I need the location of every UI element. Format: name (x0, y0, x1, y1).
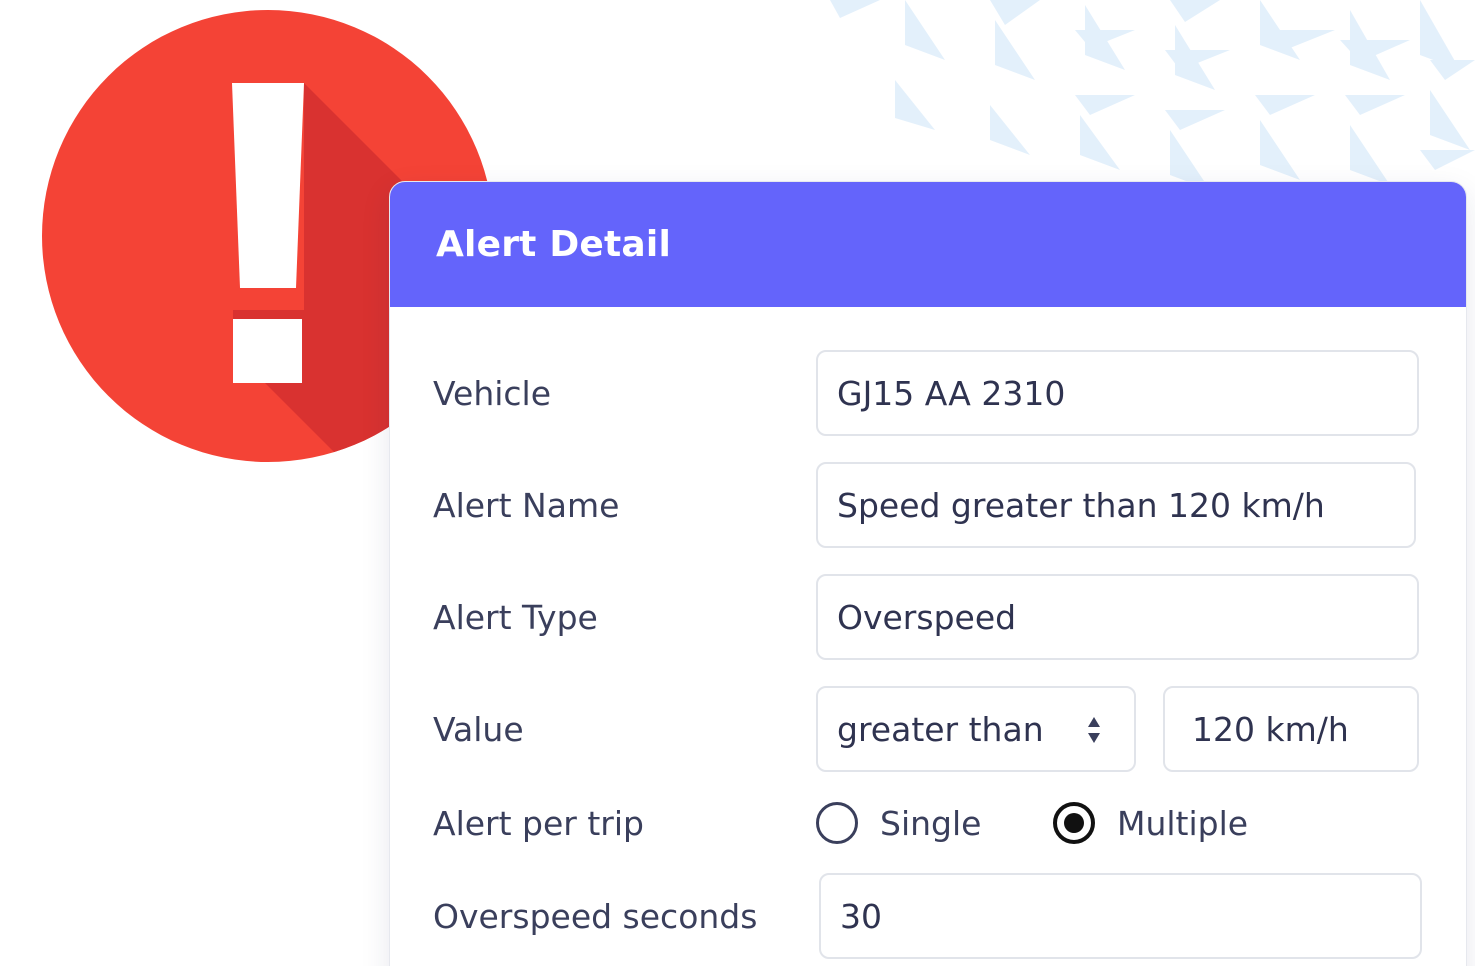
vehicle-value: GJ15 AA 2310 (837, 373, 1066, 413)
overspeed-seconds-row: Overspeed seconds 30 (390, 873, 1466, 959)
radio-option-single[interactable]: Single (816, 780, 981, 866)
value-operator-text: greater than (837, 709, 1044, 749)
radio-multiple[interactable] (1053, 802, 1095, 844)
alert-type-label: Alert Type (433, 597, 598, 637)
alert-type-row: Alert Type Overspeed (390, 574, 1466, 660)
overspeed-seconds-label: Overspeed seconds (433, 896, 758, 936)
alert-per-trip-label: Alert per trip (433, 803, 644, 843)
alert-detail-screen: Alert Detail Vehicle GJ15 AA 2310 Alert … (0, 0, 1475, 966)
dialog-title: Alert Detail (436, 224, 671, 265)
vehicle-row: Vehicle GJ15 AA 2310 (390, 350, 1466, 436)
alert-type-field[interactable]: Overspeed (816, 574, 1419, 660)
value-operator-select[interactable]: greater than (816, 686, 1136, 772)
alert-type-value: Overspeed (837, 597, 1017, 637)
alert-per-trip-row: Alert per trip Single Multiple (390, 780, 1466, 866)
alert-name-field[interactable]: Speed greater than 120 km/h (816, 462, 1416, 548)
vehicle-field[interactable]: GJ15 AA 2310 (816, 350, 1419, 436)
triangle-pattern-decoration (830, 0, 1475, 190)
alert-name-value: Speed greater than 120 km/h (837, 485, 1325, 525)
card-header: Alert Detail (390, 182, 1466, 307)
vehicle-label: Vehicle (433, 373, 552, 413)
overspeed-seconds-value: 30 (840, 896, 882, 936)
value-amount-text: 120 km/h (1192, 709, 1349, 749)
radio-multiple-label: Multiple (1117, 803, 1249, 843)
alert-name-label: Alert Name (433, 485, 620, 525)
overspeed-seconds-field[interactable]: 30 (819, 873, 1422, 959)
radio-single[interactable] (816, 802, 858, 844)
value-amount-field[interactable]: 120 km/h (1163, 686, 1419, 772)
alert-detail-card: Alert Detail Vehicle GJ15 AA 2310 Alert … (389, 181, 1467, 966)
radio-single-label: Single (880, 803, 982, 843)
up-down-arrows-icon (1088, 717, 1100, 743)
radio-option-multiple[interactable]: Multiple (1053, 780, 1248, 866)
value-label: Value (433, 709, 524, 749)
alert-name-row: Alert Name Speed greater than 120 km/h (390, 462, 1466, 548)
value-row: Value greater than 120 km/h (390, 686, 1466, 772)
